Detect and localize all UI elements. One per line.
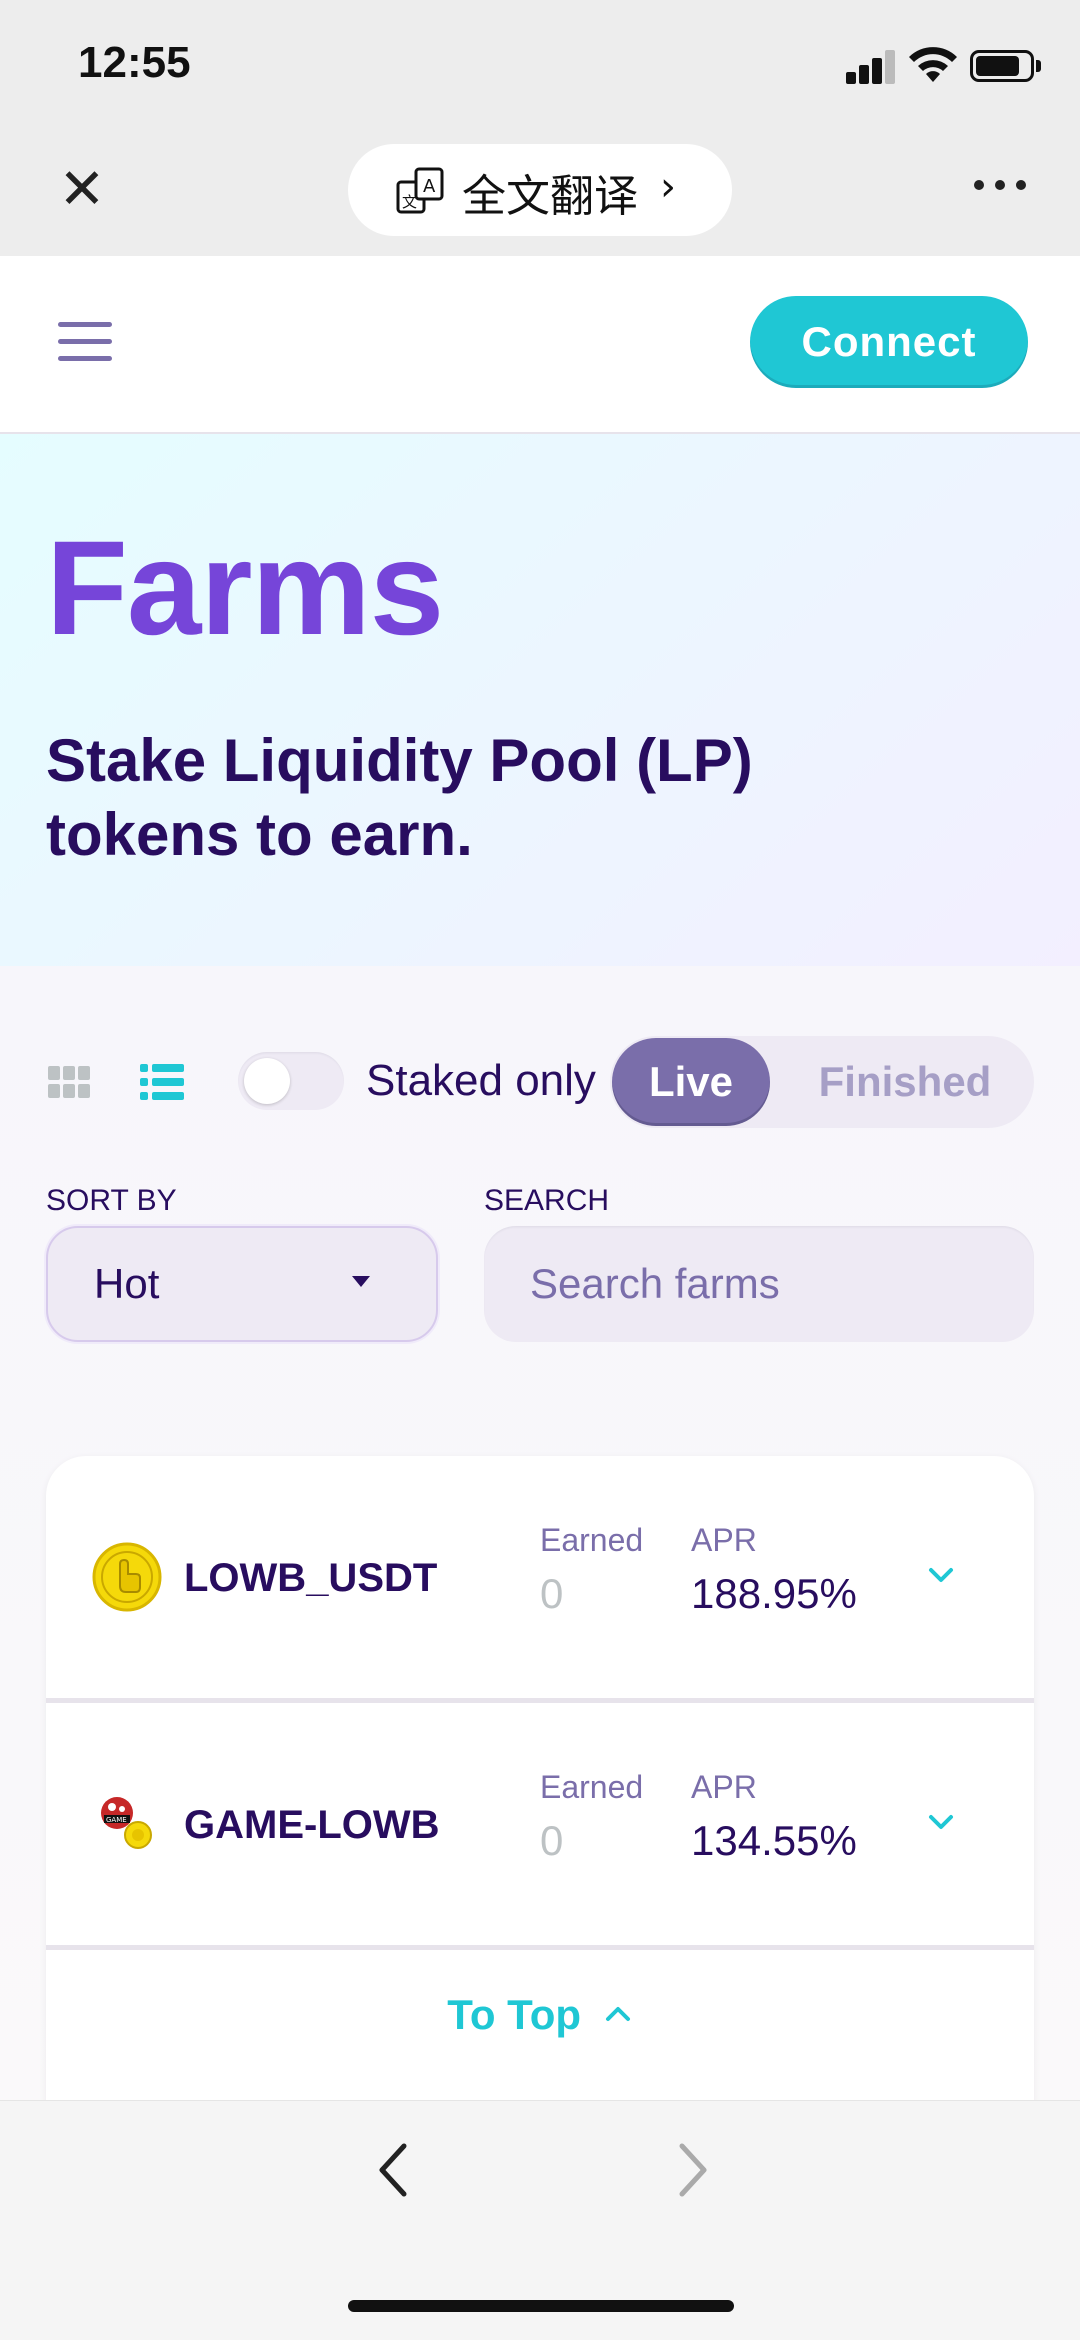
connect-button[interactable]: Connect: [750, 296, 1028, 388]
table-row[interactable]: GAME GAME-LOWB Earned 0 APR 134.55%: [46, 1703, 1034, 1950]
chevron-up-icon: [605, 2006, 630, 2021]
tab-live[interactable]: Live: [612, 1038, 770, 1126]
home-indicator: [348, 2300, 734, 2312]
apr-value: 188.95%: [691, 1570, 857, 1617]
table-view-icon[interactable]: [140, 1064, 184, 1100]
apr-value: 134.55%: [691, 1817, 857, 1864]
earned-label: Earned: [540, 1522, 644, 1558]
sort-by-label: SORT BY: [46, 1184, 177, 1217]
apr-label: APR: [691, 1522, 757, 1558]
to-top-button[interactable]: To Top: [46, 1950, 1034, 2080]
game-lowb-token-icon: GAME: [101, 1797, 152, 1849]
status-time: 12:55: [78, 38, 191, 87]
table-row[interactable]: LOWB_USDT Earned 0 APR 188.95%: [46, 1456, 1034, 1703]
svg-text:GAME: GAME: [106, 1816, 127, 1824]
page-subtitle-line2: tokens to earn.: [46, 801, 473, 868]
farms-table: LOWB_USDT Earned 0 APR 188.95% GAME GAME…: [46, 1456, 1034, 2106]
farm-name: LOWB_USDT: [184, 1556, 438, 1600]
more-options-icon[interactable]: [970, 180, 1030, 200]
search-input[interactable]: [484, 1226, 1034, 1342]
wifi-icon: [909, 47, 957, 82]
battery-icon: [970, 50, 1034, 82]
battery-tip: [1036, 60, 1041, 72]
lowb-usdt-token-icon: [92, 1542, 162, 1612]
forward-arrow-icon[interactable]: [664, 2140, 714, 2200]
page-subtitle-line1: Stake Liquidity Pool (LP): [46, 727, 753, 794]
to-top-label: To Top: [447, 1991, 582, 2038]
chevron-down-icon[interactable]: [926, 1807, 956, 1837]
earned-value: 0: [540, 1817, 564, 1864]
back-arrow-icon[interactable]: [372, 2140, 422, 2200]
earned-value: 0: [540, 1570, 564, 1617]
translate-label: 全文翻译: [462, 171, 638, 222]
cellular-signal-icon: [846, 50, 896, 84]
sort-dropdown-value: Hot: [94, 1260, 160, 1307]
tab-finished[interactable]: Finished: [790, 1038, 1020, 1126]
svg-text:文: 文: [402, 193, 417, 211]
chevron-right-icon: ›: [660, 164, 676, 210]
svg-text:A: A: [423, 176, 436, 197]
chevron-down-icon[interactable]: [926, 1560, 956, 1590]
search-label: SEARCH: [484, 1184, 610, 1217]
close-icon[interactable]: ✕: [52, 160, 112, 220]
card-view-icon[interactable]: [48, 1066, 90, 1100]
page-title: Farms: [46, 514, 444, 663]
caret-down-icon: [352, 1276, 370, 1287]
menu-icon[interactable]: [58, 322, 112, 362]
apr-label: APR: [691, 1769, 757, 1805]
farm-name: GAME-LOWB: [184, 1803, 440, 1847]
staked-only-label: Staked only: [366, 1056, 596, 1105]
toggle-knob: [244, 1058, 290, 1104]
earned-label: Earned: [540, 1769, 644, 1805]
page-subtitle: Stake Liquidity Pool (LP) tokens to earn…: [46, 724, 946, 872]
translate-icon: A 文: [396, 167, 444, 214]
